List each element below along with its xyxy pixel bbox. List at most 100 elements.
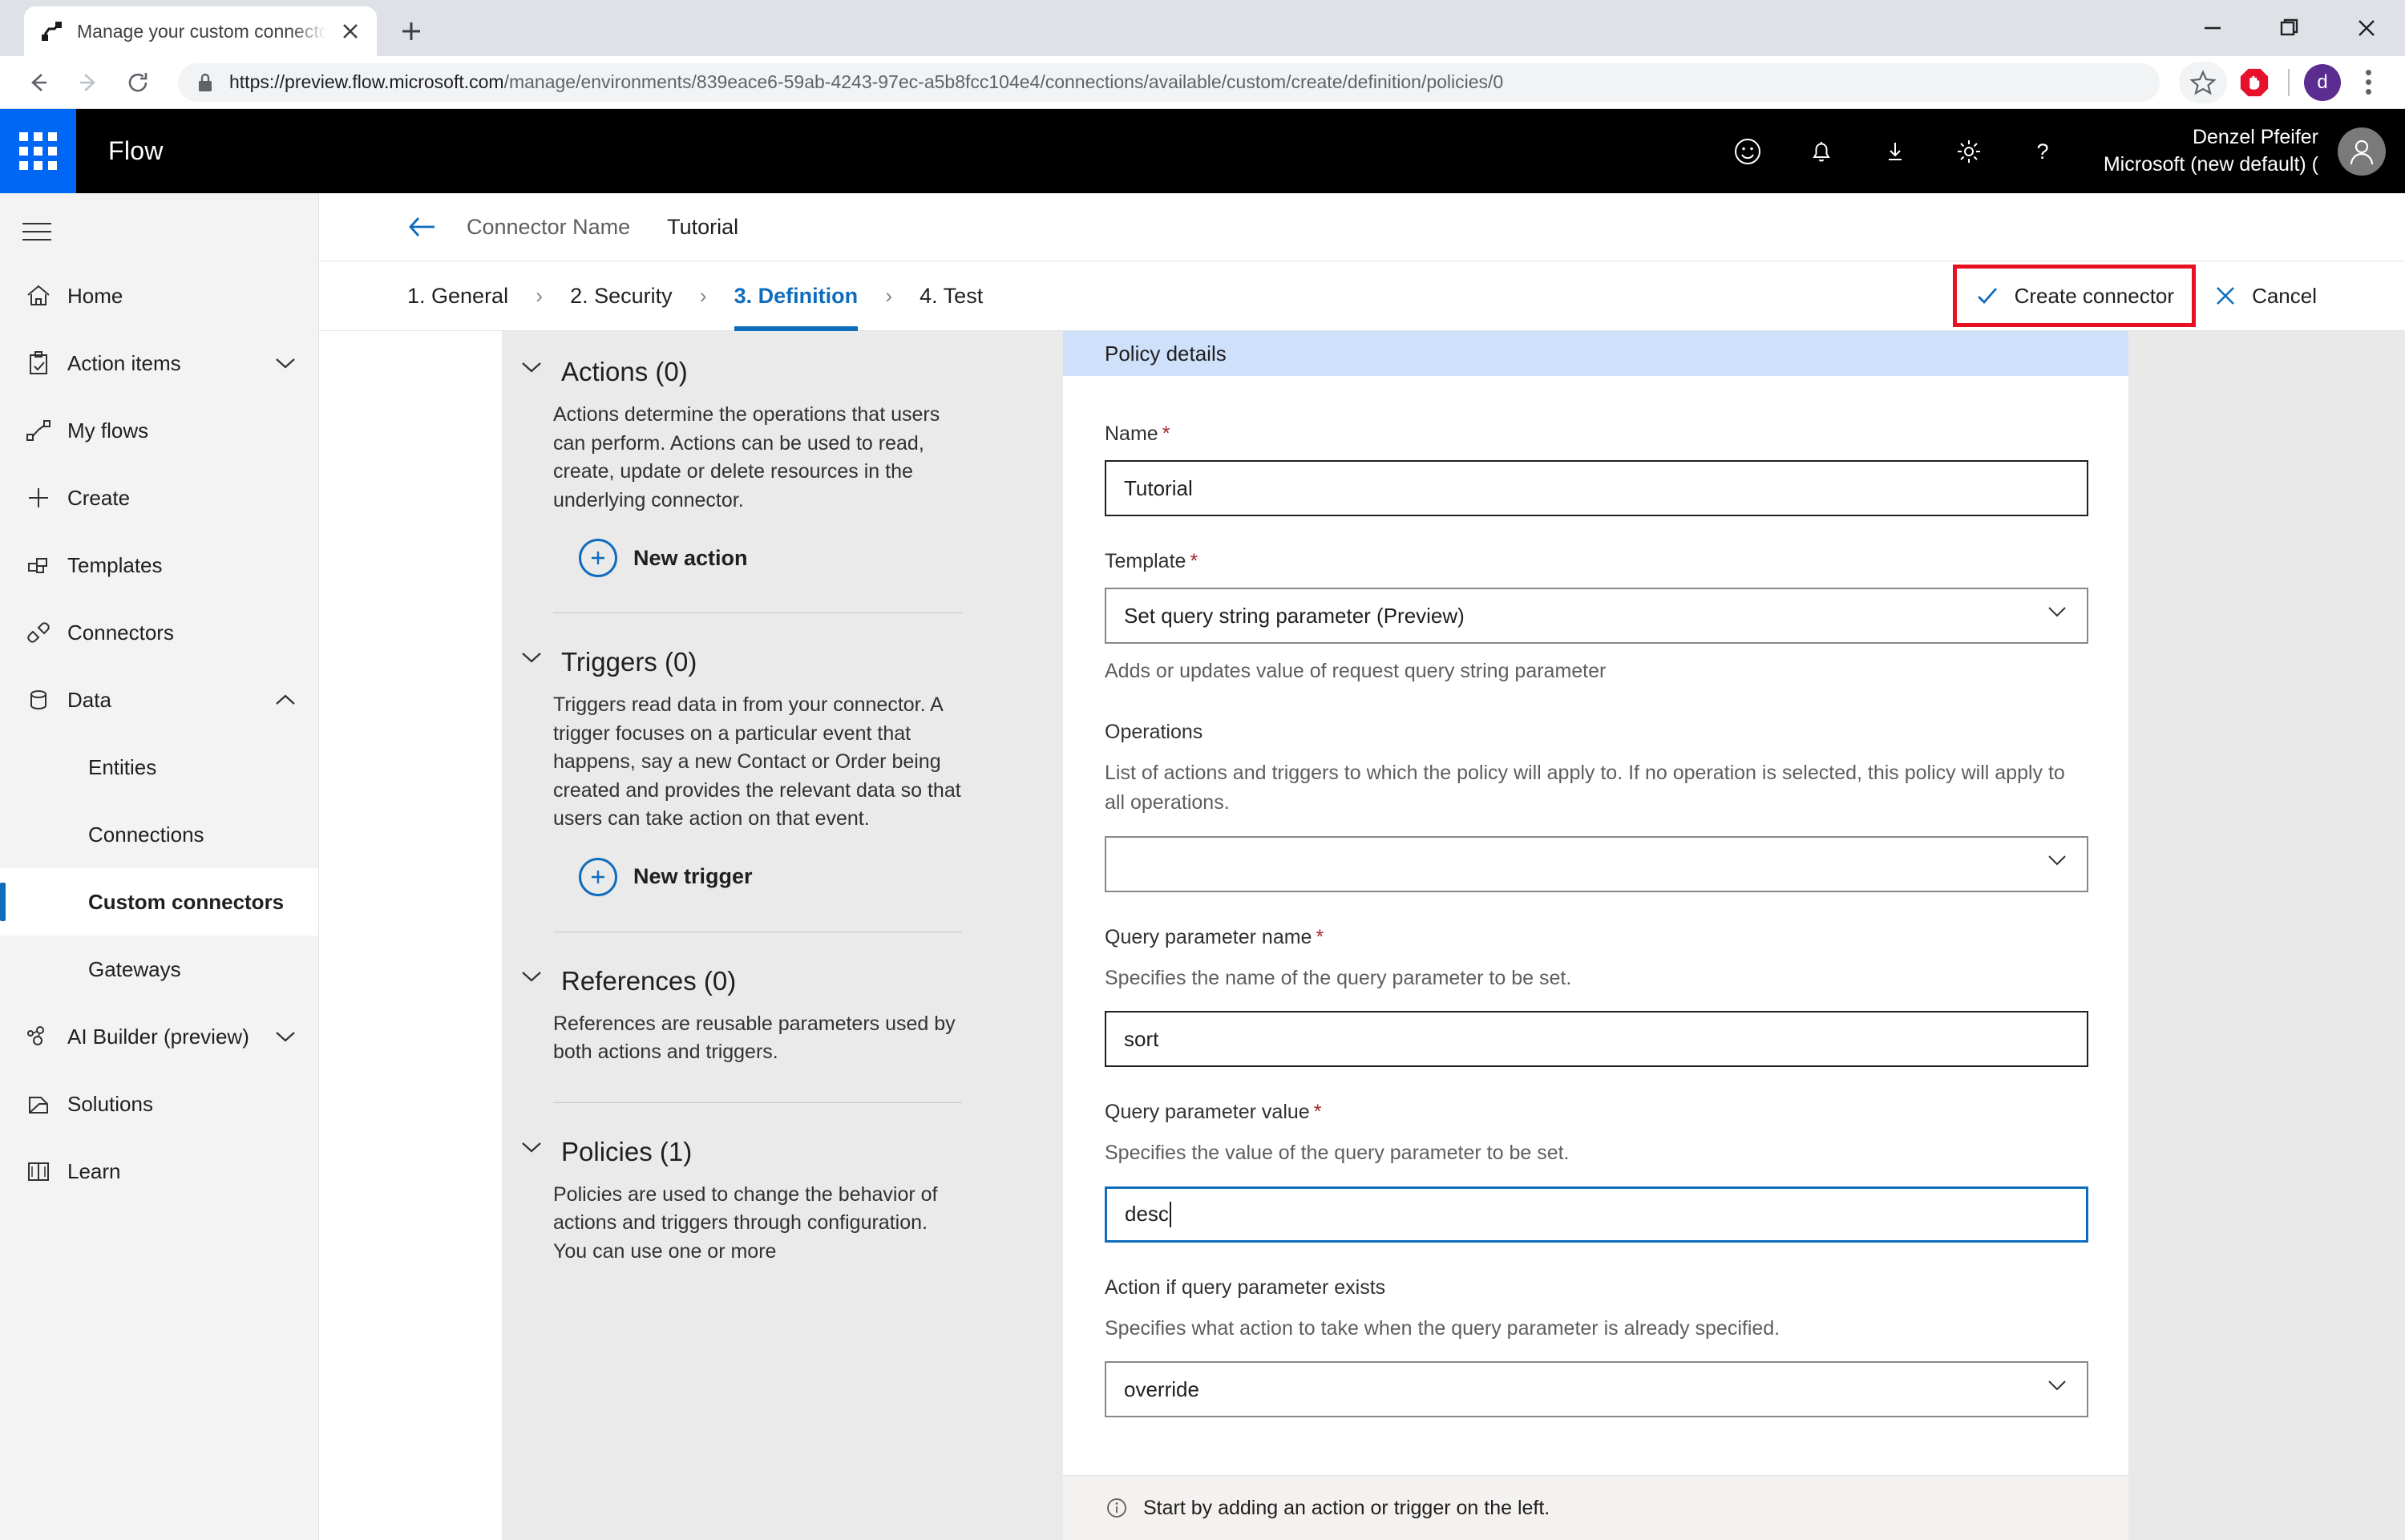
wizard-step-1[interactable]: 1. General bbox=[407, 261, 508, 331]
sidebar-item-entities[interactable]: Entities bbox=[0, 734, 318, 801]
window-controls bbox=[2174, 0, 2405, 56]
add-new-trigger-button[interactable]: New trigger bbox=[518, 857, 962, 896]
section-header[interactable]: Policies (1) bbox=[518, 1138, 962, 1165]
step-separator: › bbox=[699, 283, 707, 308]
breadcrumb: Connector Name Tutorial bbox=[319, 193, 2405, 261]
user-avatar-icon[interactable] bbox=[2338, 127, 2386, 176]
section-divider bbox=[553, 612, 962, 613]
sidebar-item-home[interactable]: Home bbox=[0, 262, 318, 329]
create-connector-label: Create connector bbox=[2014, 283, 2175, 308]
close-icon[interactable] bbox=[340, 21, 361, 42]
sidebar-item-my-flows[interactable]: My flows bbox=[0, 397, 318, 464]
query-parameter-name-input[interactable]: sort bbox=[1105, 1011, 2088, 1067]
address-bar[interactable]: https://preview.flow.microsoft.com/manag… bbox=[178, 63, 2160, 102]
add-new-action-button[interactable]: New action bbox=[518, 539, 962, 577]
field-name: Name * Tutorial bbox=[1105, 422, 2088, 516]
wizard-step-4[interactable]: 4. Test bbox=[920, 261, 983, 331]
flow-logo-text[interactable]: Flow bbox=[108, 136, 164, 166]
query-parameter-value-input[interactable]: desc bbox=[1105, 1186, 2088, 1243]
section-header[interactable]: References (0) bbox=[518, 968, 962, 994]
chevron-down-icon[interactable] bbox=[272, 1028, 299, 1045]
browser-toolbar: https://preview.flow.microsoft.com/manag… bbox=[0, 56, 2405, 109]
sidebar-item-learn[interactable]: Learn bbox=[0, 1138, 318, 1205]
forward-arrow-icon[interactable] bbox=[67, 62, 109, 103]
sidebar-item-ai-builder-preview[interactable]: AI Builder (preview) bbox=[0, 1003, 318, 1070]
name-input[interactable]: Tutorial bbox=[1105, 460, 2088, 516]
sidebar-item-label: Entities bbox=[88, 754, 157, 779]
wizard-step-2[interactable]: 2. Security bbox=[570, 261, 673, 331]
add-button-label: New action bbox=[633, 545, 748, 570]
question-help-icon[interactable]: ? bbox=[2006, 109, 2080, 193]
back-arrow-icon[interactable] bbox=[407, 214, 452, 240]
field-caption: Adds or updates value of request query s… bbox=[1105, 660, 1607, 682]
chevron-down-icon[interactable] bbox=[518, 358, 545, 376]
breadcrumb-label: Connector Name bbox=[467, 214, 631, 239]
three-dot-menu-icon[interactable] bbox=[2349, 63, 2387, 102]
chevron-down-icon[interactable] bbox=[518, 1138, 545, 1156]
app-body: Home Action items My flows Create Templates C… bbox=[0, 193, 2405, 1540]
cancel-button[interactable]: Cancel bbox=[2196, 269, 2334, 323]
section-header[interactable]: Actions (0) bbox=[518, 358, 962, 385]
sidebar-item-label: Custom connectors bbox=[88, 889, 285, 914]
browser-tab[interactable]: Manage your custom connectors bbox=[24, 6, 377, 56]
window-close-icon[interactable] bbox=[2328, 0, 2405, 56]
sidebar-item-custom-connectors[interactable]: Custom connectors bbox=[0, 868, 318, 936]
maximize-icon[interactable] bbox=[2251, 0, 2328, 56]
sidebar-item-connectors[interactable]: Connectors bbox=[0, 599, 318, 666]
field-help-text: Specifies what action to take when the q… bbox=[1105, 1316, 1781, 1340]
chevron-down-icon[interactable] bbox=[518, 968, 545, 985]
plus-icon bbox=[22, 482, 67, 514]
action-if-query-parameter-exists-dropdown[interactable]: override bbox=[1105, 1361, 2088, 1417]
user-info[interactable]: Denzel Pfeifer Microsoft (new default) ( bbox=[2080, 124, 2338, 179]
hamburger-menu-icon[interactable] bbox=[0, 201, 318, 262]
sidebar-item-action-items[interactable]: Action items bbox=[0, 329, 318, 397]
chevron-up-icon[interactable] bbox=[272, 691, 299, 709]
sidebar-item-create[interactable]: Create bbox=[0, 464, 318, 532]
step-separator: › bbox=[536, 283, 544, 308]
template-dropdown[interactable]: Set query string parameter (Preview) bbox=[1105, 588, 2088, 644]
field-query-parameter-value: Query parameter value * Specifies the valu… bbox=[1105, 1101, 2088, 1243]
database-icon bbox=[22, 684, 67, 716]
chevron-down-icon[interactable] bbox=[272, 354, 299, 372]
app-launcher-waffle-icon[interactable] bbox=[0, 109, 76, 193]
definition-section-actions: Actions (0) Actions determine the operati… bbox=[518, 358, 1063, 577]
bell-notifications-icon[interactable] bbox=[1785, 109, 1858, 193]
star-icon[interactable] bbox=[2179, 61, 2227, 103]
sidebar-item-data[interactable]: Data bbox=[0, 666, 318, 734]
main-content: Connector Name Tutorial 1. General › 2. Se… bbox=[319, 193, 2405, 1540]
sidebar-item-connections[interactable]: Connections bbox=[0, 801, 318, 868]
section-description: Triggers read data in from your connecto… bbox=[553, 693, 961, 830]
required-asterisk: * bbox=[1190, 550, 1198, 572]
minimize-icon[interactable] bbox=[2174, 0, 2251, 56]
templates-icon bbox=[22, 549, 67, 581]
sidebar-item-gateways[interactable]: Gateways bbox=[0, 936, 318, 1003]
solutions-icon bbox=[22, 1088, 67, 1120]
field-label: Name * bbox=[1105, 422, 1170, 445]
back-arrow-icon[interactable] bbox=[18, 62, 59, 103]
chevron-down-icon bbox=[2045, 604, 2069, 628]
gear-settings-icon[interactable] bbox=[1932, 109, 2006, 193]
download-icon[interactable] bbox=[1858, 109, 1932, 193]
section-description: References are reusable parameters used … bbox=[553, 1012, 956, 1064]
text-cursor bbox=[1169, 1201, 1171, 1227]
reload-icon[interactable] bbox=[117, 62, 159, 103]
flow-path-icon bbox=[22, 414, 67, 447]
sidebar-item-solutions[interactable]: Solutions bbox=[0, 1070, 318, 1138]
field-action-if-query-parameter-exists: Action if query parameter exists Specifie… bbox=[1105, 1276, 2088, 1417]
new-tab-button[interactable] bbox=[398, 18, 425, 45]
url-path: /manage/environments/839eace6-59ab-4243-… bbox=[503, 71, 1504, 92]
chevron-down-icon bbox=[2045, 852, 2069, 876]
browser-titlebar: Manage your custom connectors bbox=[0, 0, 2405, 56]
chevron-down-icon[interactable] bbox=[518, 649, 545, 666]
section-divider bbox=[553, 1101, 962, 1103]
adblock-stop-hand-icon[interactable] bbox=[2235, 63, 2274, 102]
create-connector-button[interactable]: Create connector bbox=[1952, 265, 2197, 327]
section-header[interactable]: Triggers (0) bbox=[518, 649, 962, 675]
sidebar-item-templates[interactable]: Templates bbox=[0, 532, 318, 599]
sidebar-item-label: My flows bbox=[67, 418, 149, 443]
status-message: Start by adding an action or trigger on … bbox=[1143, 1496, 1550, 1519]
smiley-feedback-icon[interactable] bbox=[1711, 109, 1785, 193]
wizard-step-3[interactable]: 3. Definition bbox=[734, 261, 858, 331]
operations-dropdown[interactable] bbox=[1105, 835, 2088, 892]
browser-profile-avatar[interactable]: d bbox=[2304, 63, 2341, 101]
